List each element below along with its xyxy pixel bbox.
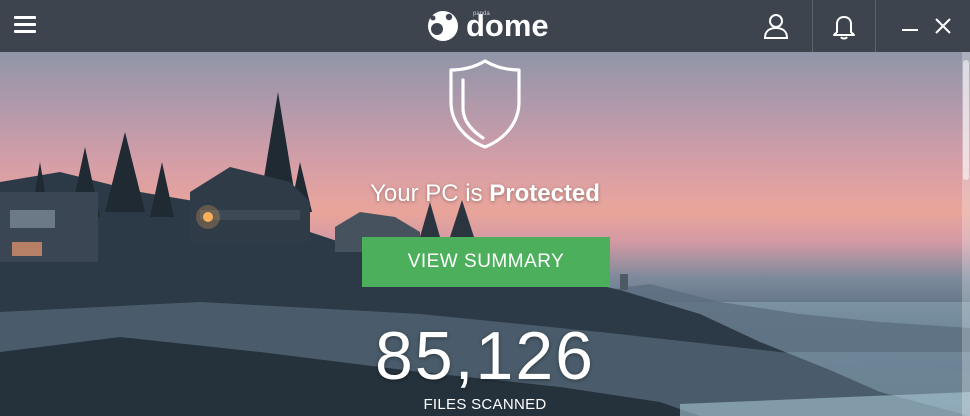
- status-prefix: Your PC is: [370, 180, 490, 207]
- close-button[interactable]: [931, 14, 955, 38]
- scrollbar-thumb[interactable]: [963, 60, 969, 180]
- menu-icon-bar: [14, 16, 36, 19]
- minimize-icon: [902, 29, 918, 31]
- scrollbar[interactable]: [962, 52, 970, 416]
- files-scanned-label: FILES SCANNED: [423, 396, 547, 413]
- close-icon: [935, 18, 951, 34]
- user-icon: [763, 14, 789, 39]
- title-bar: panda dome: [0, 0, 970, 52]
- status-emphasis: Protected: [489, 180, 600, 207]
- logo-tag: panda: [473, 11, 490, 17]
- app-logo: panda dome: [426, 6, 549, 46]
- notifications-button[interactable]: [828, 10, 860, 42]
- title-separator: [875, 0, 876, 52]
- bell-icon: [833, 16, 855, 40]
- account-button[interactable]: [760, 10, 792, 42]
- shield-icon: [449, 59, 521, 149]
- title-separator: [812, 0, 813, 52]
- protection-status: Your PC is Protected: [0, 180, 970, 208]
- menu-icon-bar: [14, 30, 36, 33]
- minimize-button[interactable]: [898, 14, 922, 38]
- panda-logo-icon: [428, 11, 458, 41]
- menu-icon-bar: [14, 23, 36, 26]
- view-summary-button[interactable]: VIEW SUMMARY: [362, 237, 610, 287]
- menu-button[interactable]: [14, 16, 36, 36]
- files-scanned-count: 85,126: [375, 318, 595, 394]
